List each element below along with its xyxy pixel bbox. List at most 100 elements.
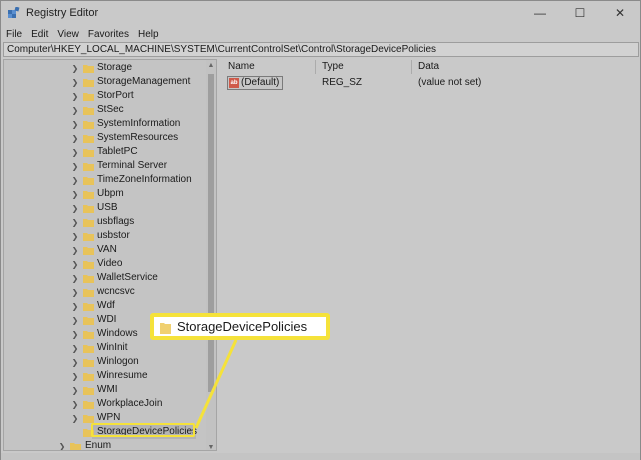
title-bar: Registry Editor — ☐ ✕ [1,1,640,25]
tree-item[interactable]: ❯ USB [4,201,204,215]
chevron-right-icon[interactable]: ❯ [71,399,79,409]
tree-item[interactable]: ❯ Terminal Server [4,159,204,173]
chevron-right-icon[interactable]: ❯ [71,413,79,423]
tree-pane[interactable]: ❯ Storage ❯ StorageManagement ❯ StorPort ❯ StSe… [3,59,217,451]
callout-target-highlight [91,423,195,437]
tree-item[interactable]: ❯ Wdf [4,299,204,313]
menu-view[interactable]: View [57,29,79,40]
chevron-right-icon[interactable]: ❯ [71,259,79,269]
tree-item[interactable]: ❯ StorageManagement [4,75,204,89]
chevron-right-icon[interactable]: ❯ [71,315,79,325]
column-header-name[interactable]: Name [222,60,316,74]
column-header-data[interactable]: Data [412,60,639,74]
tree-item-label: WMI [97,384,118,395]
scroll-up-icon[interactable]: ▲ [206,60,216,70]
folder-icon [83,359,94,367]
tree-item[interactable]: ❯ WinInit [4,341,204,355]
chevron-right-icon[interactable]: ❯ [71,385,79,395]
minimize-button[interactable]: — [520,1,560,25]
tree-item[interactable]: ❯ Winlogon [4,355,204,369]
chevron-right-icon[interactable]: ❯ [71,287,79,297]
chevron-right-icon[interactable]: ❯ [71,343,79,353]
tree-item[interactable]: ❯ wcncsvc [4,285,204,299]
chevron-right-icon[interactable]: ❯ [71,161,79,171]
tree-item[interactable]: ❯ VAN [4,243,204,257]
chevron-right-icon[interactable]: ❯ [71,371,79,381]
tree-item[interactable]: ❯ TabletPC [4,145,204,159]
tree-vertical-scrollbar[interactable]: ▲ ▼ [206,60,216,451]
tree-item-label: Winresume [97,370,148,381]
callout-box: StorageDevicePolicies [150,313,330,340]
tree-item[interactable]: ❯ TimeZoneInformation [4,173,204,187]
folder-icon [83,247,94,255]
menu-file[interactable]: File [6,29,22,40]
tree-item[interactable]: ❯ StSec [4,103,204,117]
tree-item[interactable]: ❯ SystemInformation [4,117,204,131]
scroll-thumb[interactable] [208,74,214,392]
chevron-right-icon[interactable]: ❯ [71,217,79,227]
tree-item-label: VAN [97,244,117,255]
tree-item[interactable]: ❯ Storage [4,61,204,75]
chevron-right-icon[interactable]: ❯ [71,329,79,339]
close-button[interactable]: ✕ [600,1,640,25]
chevron-right-icon[interactable]: ❯ [71,189,79,199]
chevron-right-icon[interactable]: ❯ [71,231,79,241]
tree-item-label: SystemResources [97,132,179,143]
tree-item-label: WDI [97,314,117,325]
value-row[interactable]: ab (Default) REG_SZ (value not set) [222,76,639,90]
tree-item-label: Enum [85,440,112,451]
tree-item[interactable]: ❯ WorkplaceJoin [4,397,204,411]
folder-icon [83,289,94,297]
chevron-right-icon[interactable]: ❯ [71,245,79,255]
chevron-right-icon[interactable]: ❯ [71,273,79,283]
tree-item-label: usbstor [97,230,130,241]
scroll-down-icon[interactable]: ▼ [206,442,216,451]
tree-item-enum[interactable]: ❯ Enum [4,439,204,451]
value-name: (Default) [241,77,280,88]
tree-item-label: Storage [97,62,133,73]
folder-icon [83,107,94,115]
chevron-right-icon[interactable]: ❯ [71,133,79,143]
chevron-right-icon[interactable]: ❯ [58,441,66,451]
chevron-right-icon[interactable]: ❯ [71,63,79,73]
menu-bar: File Edit View Favorites Help [1,26,168,42]
chevron-right-icon[interactable]: ❯ [71,147,79,157]
tree-item[interactable]: ❯ Winresume [4,369,204,383]
chevron-right-icon[interactable]: ❯ [71,203,79,213]
values-pane[interactable]: Name Type Data ab (Default) REG_SZ (valu… [222,59,639,451]
folder-icon [83,79,94,87]
chevron-right-icon[interactable]: ❯ [71,119,79,129]
chevron-right-icon[interactable]: ❯ [71,77,79,87]
tree-item[interactable]: ❯ usbflags [4,215,204,229]
tree-item-label: Winlogon [97,356,139,367]
tree-item[interactable]: ❯ WalletService [4,271,204,285]
chevron-right-icon[interactable]: ❯ [71,91,79,101]
tree-item[interactable]: ❯ WMI [4,383,204,397]
tree-item-label: StSec [97,104,124,115]
value-data: (value not set) [418,77,482,88]
tree-item[interactable]: ❯ SystemResources [4,131,204,145]
tree-item-label: TabletPC [97,146,138,157]
tree-item[interactable]: ❯ Video [4,257,204,271]
tree-item-label: USB [97,202,118,213]
status-bar [1,453,640,460]
window-controls: — ☐ ✕ [520,1,640,25]
tree-item[interactable]: ❯ Ubpm [4,187,204,201]
column-header-type[interactable]: Type [316,60,412,74]
chevron-right-icon[interactable]: ❯ [71,105,79,115]
maximize-button[interactable]: ☐ [560,1,600,25]
chevron-right-icon[interactable]: ❯ [71,301,79,311]
callout-label: StorageDevicePolicies [177,319,308,334]
folder-icon [83,177,94,185]
tree-item[interactable]: ❯ StorPort [4,89,204,103]
menu-favorites[interactable]: Favorites [88,29,129,40]
chevron-right-icon[interactable]: ❯ [71,357,79,367]
tree-item-label: Wdf [97,300,115,311]
menu-help[interactable]: Help [138,29,159,40]
menu-edit[interactable]: Edit [31,29,48,40]
folder-icon [83,345,94,353]
tree-item[interactable]: ❯ usbstor [4,229,204,243]
address-bar[interactable]: Computer\HKEY_LOCAL_MACHINE\SYSTEM\Curre… [3,42,639,57]
chevron-right-icon[interactable]: ❯ [71,175,79,185]
tree-item-label: WorkplaceJoin [97,398,163,409]
